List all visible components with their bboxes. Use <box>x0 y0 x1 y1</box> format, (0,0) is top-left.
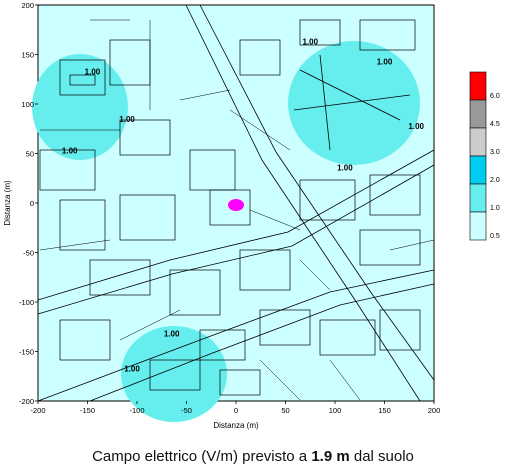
field-zone-northwest <box>32 54 128 160</box>
legend-swatch <box>469 71 487 101</box>
y-tick-label: -100 <box>19 298 34 307</box>
legend: 6.0 4.5 3.0 2.0 1.0 0.5 <box>469 71 500 241</box>
field-map-svg: 1.001.001.001.001.001.001.001.001.00 -20… <box>3 1 500 430</box>
x-tick-label: 50 <box>281 406 289 415</box>
contour-label: 1.00 <box>337 163 353 172</box>
x-tick-label: 100 <box>329 406 342 415</box>
x-tick-label: -150 <box>80 406 95 415</box>
y-axis-ticks: 200 150 100 50 0 -50 -100 -150 -200 <box>19 1 38 406</box>
y-tick-label: -150 <box>19 348 34 357</box>
caption-suffix: dal suolo <box>349 448 414 465</box>
y-axis-label: Distanza (m) <box>3 180 12 226</box>
x-tick-label: -200 <box>30 406 45 415</box>
field-map: 1.00 1.00 1.00 1.00 1.00 1.00 1.00 1.00 1.00 -20… <box>0 0 506 440</box>
contour-label: 1.00 <box>164 330 180 339</box>
contour-label: 1.00 <box>408 122 424 131</box>
x-axis-label: Distanza (m) <box>213 421 259 430</box>
contour-label: 1.00 <box>62 147 78 156</box>
legend-label: 6.0 <box>490 93 500 100</box>
legend-swatch <box>469 183 487 213</box>
contour-label: 1.00 <box>124 364 140 373</box>
legend-label: 3.0 <box>490 149 500 156</box>
y-tick-label: -200 <box>19 397 34 406</box>
field-zone-northeast <box>288 41 420 165</box>
y-tick-label: 150 <box>21 51 34 60</box>
x-tick-label: 0 <box>234 406 238 415</box>
x-tick-label: 200 <box>428 406 441 415</box>
legend-swatch <box>469 155 487 185</box>
legend-swatch <box>469 99 487 129</box>
x-tick-label: -50 <box>181 406 192 415</box>
legend-swatch <box>469 127 487 157</box>
source-marker <box>228 199 244 211</box>
y-tick-label: 100 <box>21 100 34 109</box>
y-tick-label: 0 <box>30 199 34 208</box>
caption-height: 1.9 m <box>311 448 350 465</box>
y-tick-label: 200 <box>21 1 34 10</box>
y-tick-label: 50 <box>26 150 34 159</box>
legend-swatch <box>469 211 487 241</box>
legend-label: 0.5 <box>490 233 500 240</box>
caption-prefix: Campo elettrico (V/m) previsto a <box>92 448 312 465</box>
contour-label: 1.00 <box>377 57 393 66</box>
y-tick-label: -50 <box>23 249 34 258</box>
x-axis-ticks: -200 -150 -100 -50 0 50 100 150 200 <box>30 401 440 415</box>
x-tick-label: -100 <box>129 406 144 415</box>
contour-label: 1.00 <box>302 38 318 47</box>
legend-label: 1.0 <box>490 205 500 212</box>
legend-label: 4.5 <box>490 121 500 128</box>
x-tick-label: 150 <box>378 406 391 415</box>
legend-label: 2.0 <box>490 177 500 184</box>
caption: Campo elettrico (V/m) previsto a 1.9 m d… <box>0 448 506 465</box>
contour-label: 1.00 <box>85 67 101 76</box>
contour-label: 1.00 <box>119 115 135 124</box>
